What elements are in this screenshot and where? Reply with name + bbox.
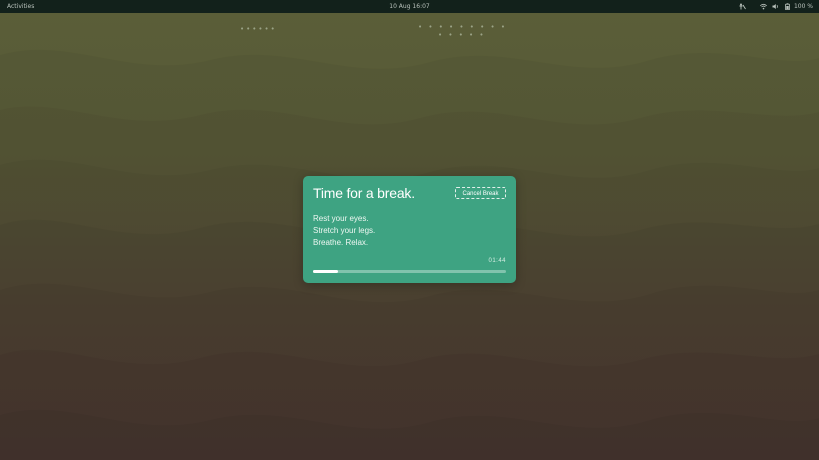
message-line: Breathe. Relax. bbox=[313, 238, 369, 247]
volume-icon[interactable] bbox=[772, 3, 779, 10]
dialog-title: Time for a break. bbox=[313, 185, 415, 201]
battery-icon[interactable] bbox=[784, 3, 791, 10]
dotted-marks: • • • • • bbox=[438, 31, 486, 39]
clock: 10 Aug 16:07 bbox=[0, 0, 819, 13]
cancel-break-button[interactable]: Cancel Break bbox=[455, 187, 506, 199]
dotted-marks: •••••• bbox=[240, 25, 277, 33]
progress-fill bbox=[313, 270, 339, 273]
break-dialog: Time for a break. Cancel Break Rest your… bbox=[303, 176, 516, 283]
accessibility-icon[interactable] bbox=[739, 3, 746, 10]
dotted-marks: • • • • • • • • • bbox=[418, 23, 507, 31]
message-line: Rest your eyes. bbox=[313, 214, 369, 223]
break-progress-bar bbox=[313, 270, 506, 273]
break-messages: Rest your eyes. Stretch your legs. Breat… bbox=[313, 213, 375, 249]
system-tray[interactable]: 100 % bbox=[739, 0, 813, 13]
clock-button[interactable]: 10 Aug 16:07 bbox=[389, 3, 429, 10]
message-line: Stretch your legs. bbox=[313, 226, 376, 235]
countdown-timer: 01:44 bbox=[488, 258, 506, 264]
top-bar: Activities 10 Aug 16:07 100 % bbox=[0, 0, 819, 13]
wifi-icon[interactable] bbox=[759, 3, 767, 10]
battery-percentage: 100 % bbox=[793, 3, 813, 10]
